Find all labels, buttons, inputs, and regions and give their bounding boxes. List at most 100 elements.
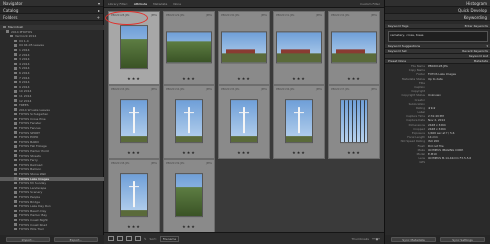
folder-label: 12 2014	[19, 98, 32, 103]
quick-develop-title: Quick Develop	[457, 8, 487, 13]
folder-label: 10 2014	[19, 89, 32, 94]
star-rating[interactable]: ★★★	[274, 150, 324, 155]
photo-thumbnail[interactable]	[166, 31, 212, 64]
add-folder-icon[interactable]: +	[97, 14, 100, 20]
keyword-tags-row[interactable]: Keyword Tags Enter Keywords	[385, 24, 490, 29]
star-rating[interactable]: ★★★	[109, 150, 159, 155]
photo-thumbnail[interactable]	[175, 99, 203, 144]
photo-thumbnail[interactable]	[120, 173, 148, 218]
metadata-value[interactable]	[428, 160, 488, 164]
keyword-tags-select[interactable]: Enter Keywords	[465, 24, 488, 28]
star-rating[interactable]: ★★★	[274, 76, 324, 81]
folder-label: FOTOS SPORT	[19, 130, 40, 135]
catalog-header[interactable]: Catalog ▸	[0, 7, 103, 14]
folder-label: FOTOS Hills Trail	[19, 227, 44, 232]
folder-icon	[14, 191, 17, 194]
folder-label: FOTOS Harbor Bay	[19, 213, 48, 218]
cell-filetype: JPEG	[206, 162, 212, 165]
folder-icon	[14, 204, 17, 208]
thumbnail-size-slider[interactable]: ━━●━	[372, 237, 380, 241]
sort-select[interactable]: Filename	[159, 235, 180, 242]
tab-metadata[interactable]: Metadata	[153, 2, 167, 6]
cell-filetype: JPEG	[371, 14, 377, 17]
cell-filetype: JPEG	[316, 88, 322, 91]
folder-label: FOTOS Streets	[19, 153, 41, 158]
star-rating[interactable]: ★★★	[164, 224, 214, 229]
thumbnail-cell[interactable]: PB020129.JPG JPEG ★★★	[163, 11, 215, 85]
folder-label: FOTOS Landscape	[19, 185, 47, 190]
thumbnail-cell[interactable]: PB020132.JPG JPEG ★★★	[328, 11, 380, 85]
cell-filetype: JPEG	[261, 88, 267, 91]
star-rating[interactable]: ★★★	[219, 76, 269, 81]
folder-icon	[14, 140, 17, 144]
folder-icon	[6, 30, 9, 33]
thumbnail-cell[interactable]: PB020139.JPG JPEG ★★★	[163, 159, 215, 233]
cell-header: PB020139.JPG JPEG	[166, 162, 212, 165]
photo-thumbnail[interactable]	[340, 99, 368, 144]
cell-header: PB020138.JPG JPEG	[111, 162, 157, 165]
thumbnail-cell[interactable]: PB020135.JPG JPEG ★★★	[218, 85, 270, 159]
sync-metadata-button[interactable]: Sync Metadata	[391, 237, 436, 242]
folder-icon	[14, 126, 17, 130]
left-panel: Navigator ▾ Catalog ▸ Folders + Macintos…	[0, 0, 104, 244]
folder-icon	[14, 53, 17, 56]
preset-select[interactable]: Preset None	[388, 59, 406, 63]
keywording-header[interactable]: Keywording	[385, 14, 490, 21]
quick-develop-header[interactable]: Quick Develop	[385, 7, 490, 14]
chevron-down-icon[interactable]: ▾	[98, 0, 100, 6]
histogram-header[interactable]: Histogram	[385, 0, 490, 7]
star-rating[interactable]: ★★★	[329, 150, 379, 155]
loupe-view-icon[interactable]	[117, 236, 123, 241]
navigator-header[interactable]: Navigator ▾	[0, 0, 103, 7]
cell-header: PB020131.JPG JPEG	[276, 14, 322, 17]
keywording-title: Keywording	[463, 15, 487, 20]
photo-thumbnail[interactable]	[285, 99, 313, 144]
photo-thumbnail[interactable]	[120, 25, 148, 70]
cell-filename: PB020136.JPG	[276, 88, 295, 91]
survey-view-icon[interactable]	[135, 236, 141, 241]
keywords-field[interactable]: cemetery, cross, trees	[388, 31, 488, 42]
star-rating[interactable]: ★★★	[219, 150, 269, 155]
star-rating[interactable]: ★★★	[164, 76, 214, 81]
folder-icon	[14, 122, 17, 125]
tab-none[interactable]: None	[173, 2, 181, 6]
star-rating[interactable]: ★★★	[329, 76, 379, 81]
custom-filter-select[interactable]: Custom Filter	[360, 2, 380, 6]
compare-view-icon[interactable]	[126, 236, 132, 241]
grid-view: Library Filter: Attribute Metadata None …	[104, 0, 384, 244]
thumbnail-cell[interactable]: PB020137.JPG JPEG ★★★	[328, 85, 380, 159]
thumbnail-cell[interactable]: PB020136.JPG JPEG ★★★	[273, 85, 325, 159]
folders-header[interactable]: Folders +	[0, 14, 103, 21]
star-rating[interactable]: ★★★	[109, 76, 159, 81]
photo-thumbnail[interactable]	[175, 173, 203, 218]
cell-header: PB020133.JPG JPEG	[111, 88, 157, 91]
folder-icon	[3, 25, 6, 29]
grid-view-icon[interactable]	[108, 236, 114, 241]
import-button[interactable]: Import...	[6, 237, 50, 242]
tab-attribute[interactable]: Attribute	[134, 2, 147, 6]
photo-thumbnail[interactable]	[331, 31, 377, 64]
keyword-list-title: Keyword List	[468, 54, 488, 58]
folder-label: 4 2014	[19, 61, 30, 66]
star-rating[interactable]: ★★★	[109, 224, 159, 229]
spray-can-icon[interactable]: ✎	[144, 237, 147, 241]
export-button[interactable]: Export...	[54, 237, 98, 242]
photo-thumbnail[interactable]	[230, 99, 258, 144]
folder-item[interactable]: FOTOS Hills Trail	[0, 227, 104, 232]
keyword-set-select[interactable]: Recent Keywords	[462, 49, 488, 53]
thumbnail-cell[interactable]: PB020130.JPG JPEG ★★★	[218, 11, 270, 85]
sync-settings-button[interactable]: Sync Settings	[440, 237, 485, 242]
thumbnail-cell[interactable]: PB020133.JPG JPEG ★★★	[108, 85, 160, 159]
folder-label: 5 2014	[19, 66, 30, 71]
folder-label: Macintosh	[8, 25, 24, 29]
thumbnail-cell[interactable]: PB020134.JPG JPEG ★★★	[163, 85, 215, 159]
star-rating[interactable]: ★★★	[164, 150, 214, 155]
photo-thumbnail[interactable]	[221, 31, 267, 64]
thumbnail-cell[interactable]: PB020138.JPG JPEG ★★★	[108, 159, 160, 233]
cell-header: PB020137.JPG JPEG	[331, 88, 377, 91]
chevron-down-icon[interactable]: ▸	[98, 7, 100, 13]
thumbnail-cell[interactable]: PB020131.JPG JPEG ★★★	[273, 11, 325, 85]
photo-thumbnail[interactable]	[120, 99, 148, 144]
folder-label: FOTOS People	[19, 194, 41, 199]
photo-thumbnail[interactable]	[276, 31, 322, 64]
